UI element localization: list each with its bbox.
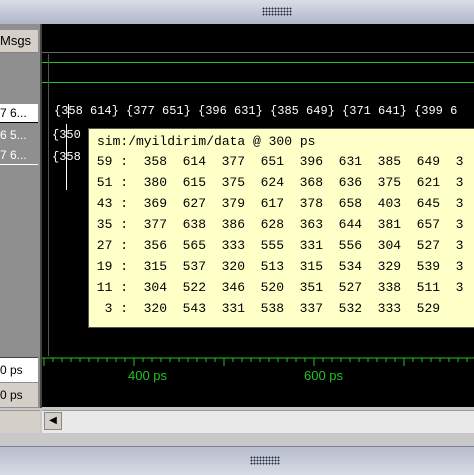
cursor-time-label: 0 ps	[0, 383, 38, 407]
wave-divider	[48, 54, 49, 356]
time-ruler[interactable]	[42, 357, 474, 383]
msgs-column-header: Msgs	[0, 30, 38, 53]
tooltip-row: 59 : 358 614 377 651 396 631 385 649 3	[89, 154, 464, 169]
bottom-bar	[0, 446, 474, 475]
tooltip-title: sim:/myildirim/data @ 300 ps	[97, 134, 316, 149]
tooltip-row: 27 : 356 565 333 555 331 556 304 527 3	[89, 238, 464, 253]
scroll-left-arrow-icon[interactable]: ◀	[44, 412, 62, 430]
now-time-label: 0 ps	[0, 357, 38, 382]
top-drag-grip-icon[interactable]	[262, 7, 292, 16]
waveform-header	[42, 30, 474, 53]
bus-value-row[interactable]: {358 614} {377 651} {396 631} {385 649} …	[54, 104, 457, 118]
signal-name-row[interactable]: 6 5...	[0, 126, 38, 144]
green-signal-line	[42, 62, 474, 63]
signal-name-row-selected[interactable]: 7 6...	[0, 104, 38, 123]
tooltip-row: 35 : 377 638 386 628 363 644 381 657 3	[89, 217, 464, 232]
tooltip-row: 19 : 315 537 320 513 315 534 329 539 3	[89, 259, 464, 274]
tooltip-row: 11 : 304 522 346 520 351 527 338 511 3	[89, 280, 464, 295]
tooltip-row: 3 : 320 543 331 538 337 532 333 529	[89, 301, 441, 316]
time-label: 600 ps	[304, 368, 344, 383]
cursor-row	[42, 383, 474, 407]
value-tooltip: sim:/myildirim/data @ 300 ps 59 : 358 61…	[88, 128, 474, 328]
top-title-bar	[0, 0, 474, 25]
names-scrollbar[interactable]	[0, 410, 40, 433]
horizontal-scrollbar[interactable]	[42, 410, 474, 433]
signal-name-row[interactable]: 7 6...	[0, 146, 38, 165]
time-label: 400 ps	[128, 368, 168, 383]
green-signal-line	[42, 82, 474, 83]
time-ruler-ticks	[42, 357, 474, 366]
bottom-drag-grip-icon[interactable]	[250, 456, 280, 465]
tooltip-row: 51 : 380 615 375 624 368 636 375 621 3	[89, 175, 464, 190]
signal-names-pane	[0, 24, 42, 408]
bus-transition	[66, 124, 67, 190]
bus-transition	[68, 104, 69, 118]
tooltip-row: 43 : 369 627 379 617 378 658 403 645 3	[89, 196, 464, 211]
